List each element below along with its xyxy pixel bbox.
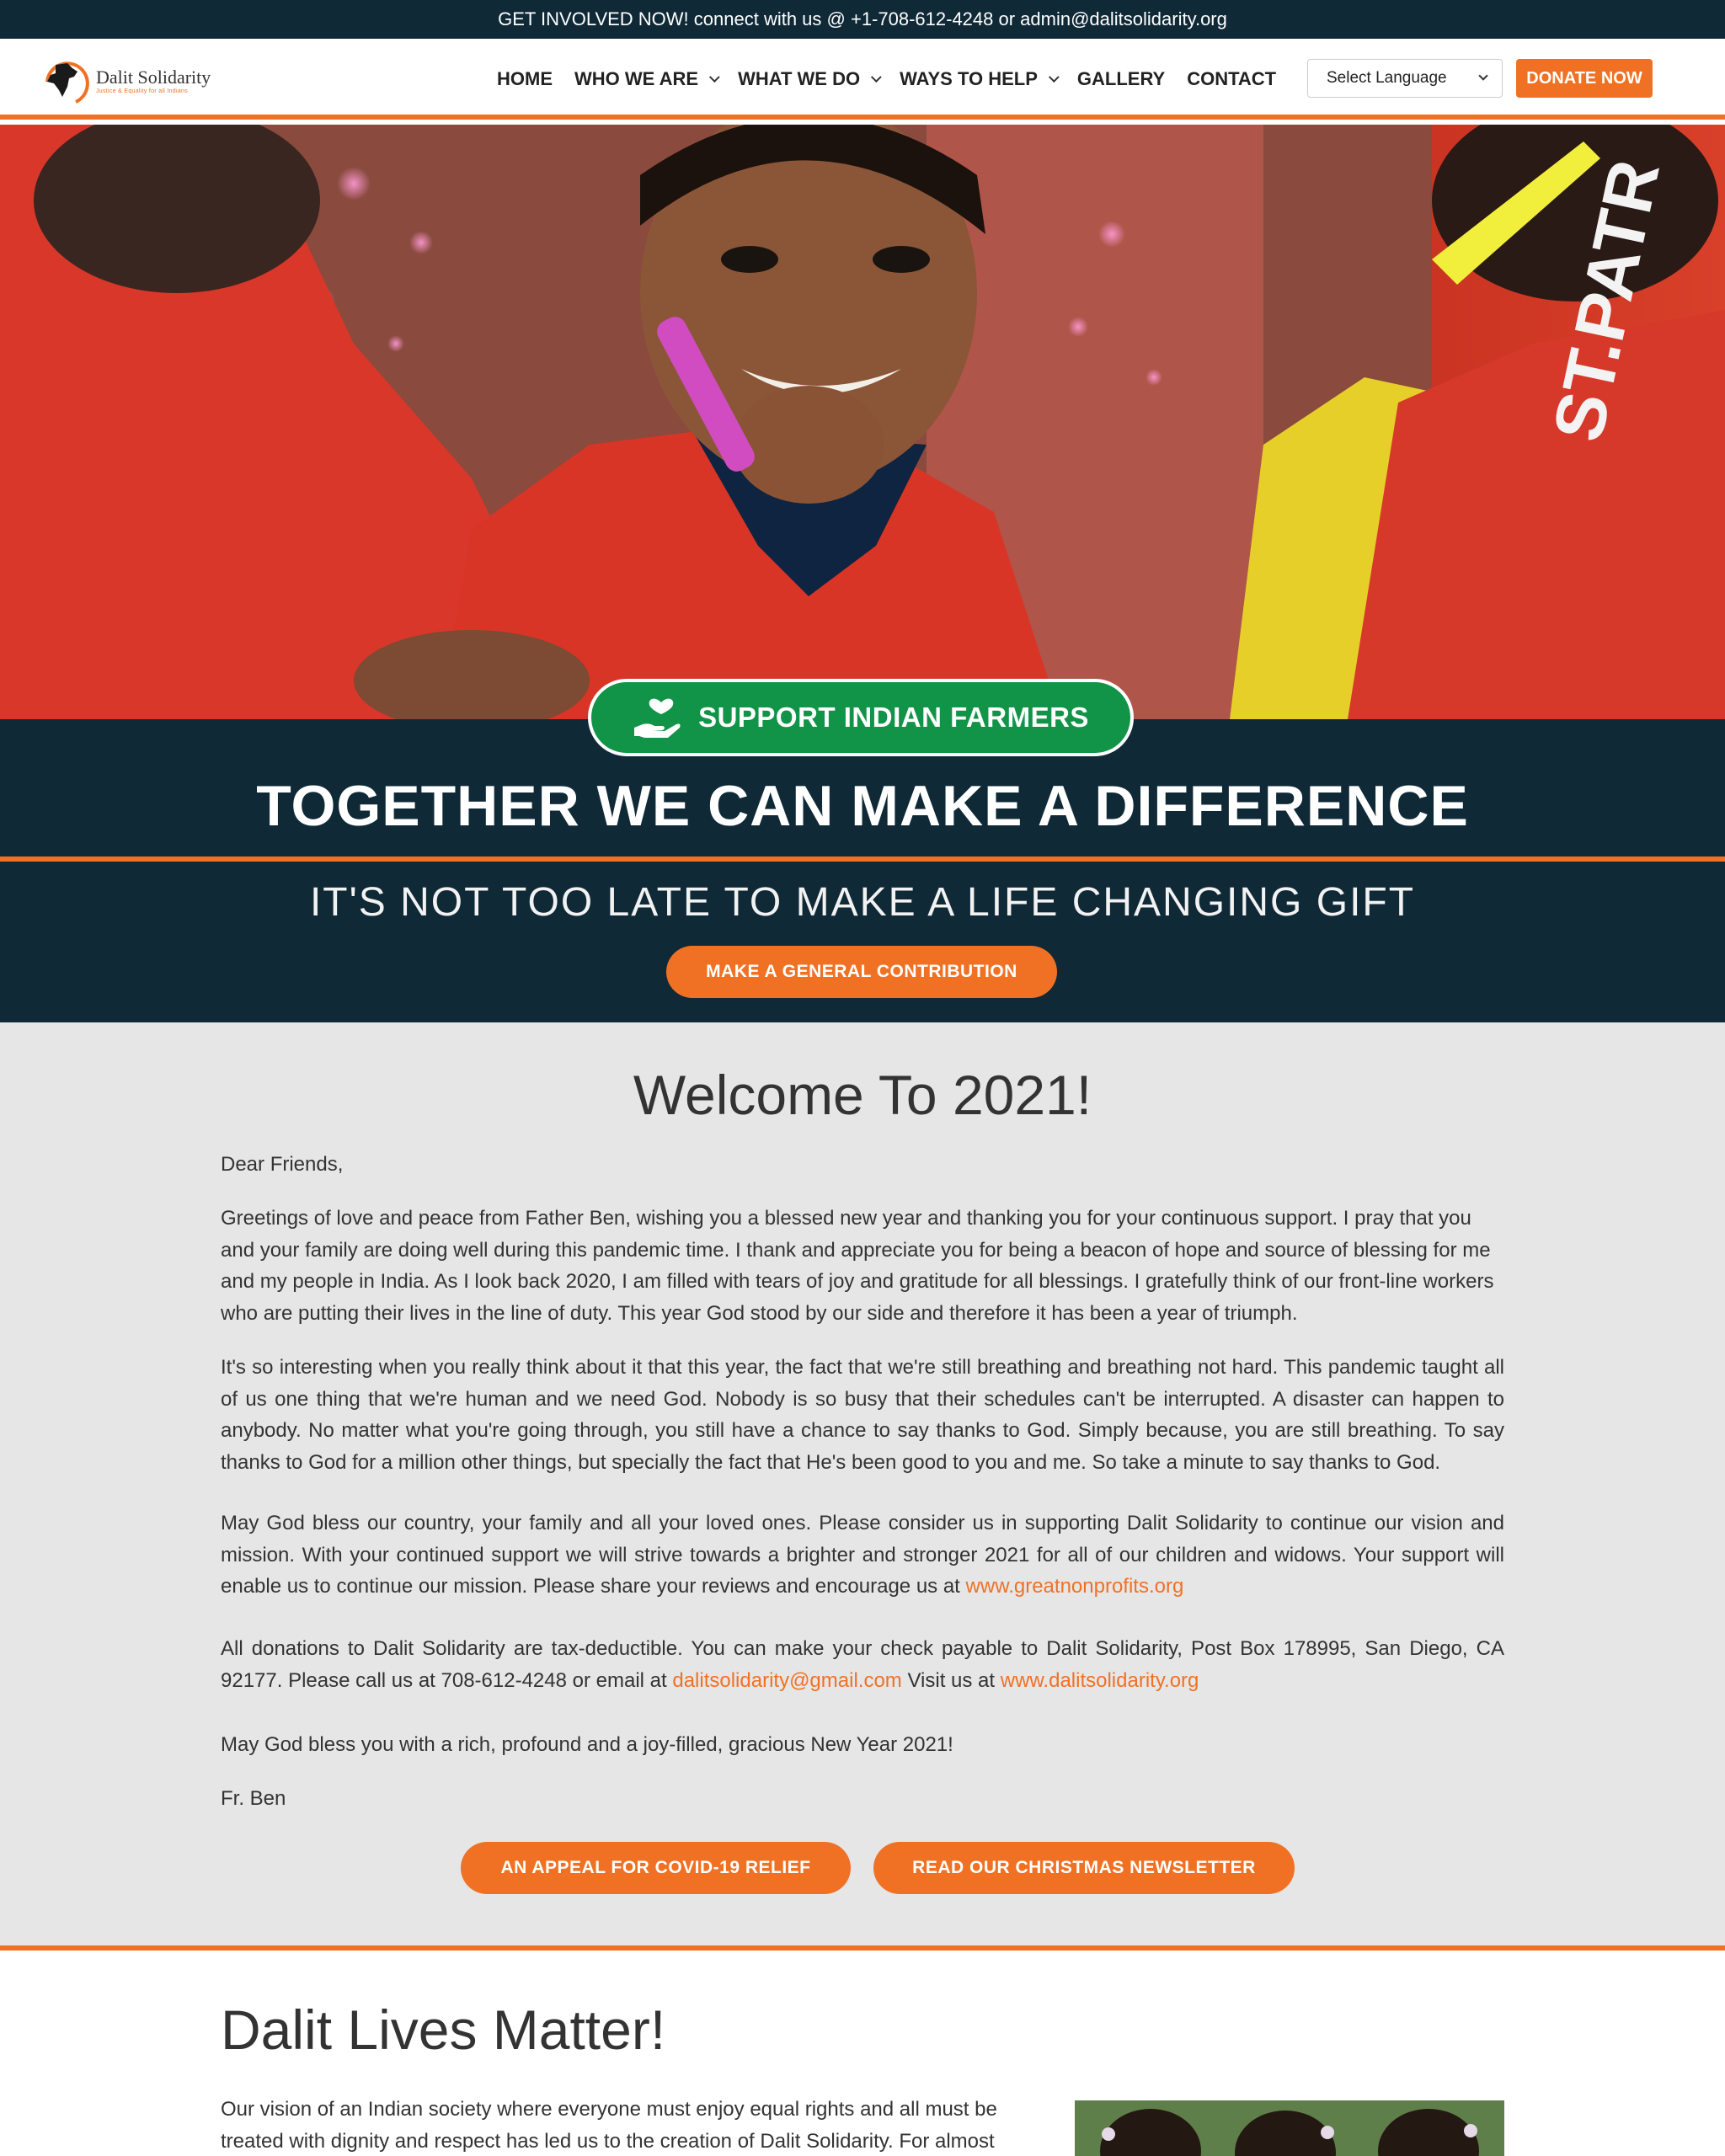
orange-divider [0, 1945, 1725, 1951]
dalit-lives-matter-title: Dalit Lives Matter! [221, 1999, 666, 2061]
india-map-logo-icon [45, 61, 89, 104]
children-photo-illustration [1075, 2100, 1504, 2156]
support-farmers-button[interactable]: SUPPORT INDIAN FARMERS [588, 679, 1134, 756]
announcement-bar: GET INVOLVED NOW! connect with us @ +1-7… [0, 0, 1725, 39]
chevron-down-icon [1478, 71, 1488, 81]
letter-paragraph-1: Greetings of love and peace from Father … [221, 1207, 1494, 1325]
logo-name: Dalit Solidarity [96, 66, 211, 88]
announcement-text: GET INVOLVED NOW! connect with us @ +1-7… [498, 8, 1227, 29]
site-header: Dalit Solidarity Justice & Equality for … [0, 39, 1725, 120]
language-select-value: Select Language [1327, 69, 1447, 87]
nav-home[interactable]: HOME [497, 68, 553, 90]
children-photo [1075, 2100, 1504, 2156]
nav-ways-to-help[interactable]: WAYS TO HELP [900, 68, 1060, 90]
chevron-down-icon [871, 71, 882, 83]
letter-paragraph-4-mid: Visit us at [901, 1668, 1001, 1692]
website-link[interactable]: www.dalitsolidarity.org [1001, 1669, 1199, 1692]
hero-photo-illustration: ST.PATR [0, 125, 1725, 719]
general-contribution-button[interactable]: MAKE A GENERAL CONTRIBUTION [666, 946, 1057, 998]
nav-who-we-are-label: WHO WE ARE [574, 68, 699, 89]
nav-contact[interactable]: CONTACT [1187, 68, 1276, 90]
covid-relief-button[interactable]: AN APPEAL FOR COVID-19 RELIEF [461, 1842, 851, 1894]
heart-hand-icon [634, 698, 681, 738]
letter-paragraph-3-text: May God bless our country, your family a… [221, 1512, 1504, 1598]
support-farmers-label: SUPPORT INDIAN FARMERS [698, 702, 1089, 733]
nav-what-we-do[interactable]: WHAT WE DO [738, 68, 882, 90]
hero-subhead: IT'S NOT TOO LATE TO MAKE A LIFE CHANGIN… [309, 880, 1416, 925]
chevron-down-icon [709, 71, 720, 83]
letter-signoff: Fr. Ben [221, 1787, 286, 1810]
nav-contact-label: CONTACT [1187, 68, 1277, 89]
nav-who-we-are[interactable]: WHO WE ARE [574, 68, 720, 90]
site-logo[interactable]: Dalit Solidarity Justice & Equality for … [39, 51, 216, 109]
nav-home-label: HOME [497, 68, 553, 89]
language-select[interactable]: Select Language [1307, 59, 1503, 98]
dalit-lives-matter-text: Our vision of an Indian society where ev… [221, 2098, 997, 2153]
letter-paragraph-5: May God bless you with a rich, profound … [221, 1733, 953, 1756]
hero-headline: TOGETHER WE CAN MAKE A DIFFERENCE [256, 774, 1469, 838]
welcome-title: Welcome To 2021! [633, 1064, 1092, 1126]
nav-ways-to-help-label: WAYS TO HELP [900, 68, 1038, 89]
email-link[interactable]: dalitsolidarity@gmail.com [672, 1669, 901, 1692]
nav-gallery[interactable]: GALLERY [1077, 68, 1165, 90]
letter-greeting: Dear Friends, [221, 1153, 344, 1176]
logo-tagline: Justice & Equality for all Indians [96, 88, 189, 94]
letter-paragraph-4: All donations to Dalit Solidarity are ta… [221, 1633, 1504, 1696]
christmas-newsletter-button[interactable]: READ OUR CHRISTMAS NEWSLETTER [873, 1842, 1295, 1894]
nav-what-we-do-label: WHAT WE DO [738, 68, 861, 89]
letter-paragraph-2: It's so interesting when you really thin… [221, 1356, 1504, 1474]
donate-now-button[interactable]: DONATE NOW [1516, 59, 1653, 98]
hero-image: ST.PATR [0, 125, 1725, 719]
nav-gallery-label: GALLERY [1076, 68, 1166, 89]
main-nav: HOME WHO WE ARE WHAT WE DO WAYS TO HELP … [497, 39, 1298, 120]
chevron-down-icon [1048, 71, 1060, 83]
greatnonprofits-link[interactable]: www.greatnonprofits.org [966, 1575, 1184, 1598]
letter-paragraph-3: May God bless our country, your family a… [221, 1508, 1504, 1603]
